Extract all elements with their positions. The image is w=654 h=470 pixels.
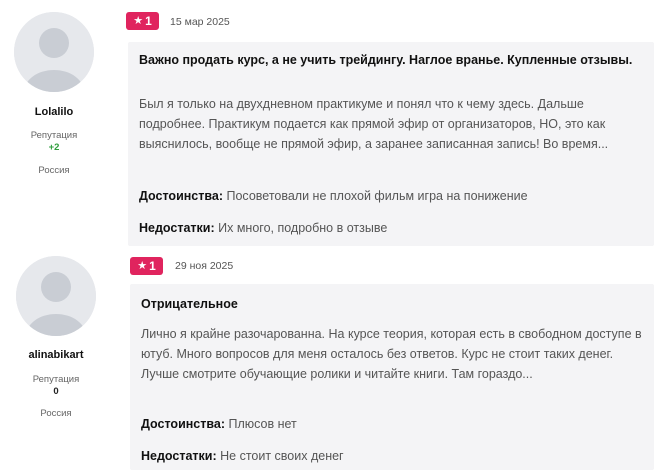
rating-value: 1 bbox=[149, 259, 156, 273]
review-pros: Достоинства: Плюсов нет bbox=[141, 416, 297, 433]
rating-value: 1 bbox=[145, 14, 152, 28]
rating-badge: ★ 1 bbox=[126, 12, 159, 30]
review-cons: Недостатки: Не стоит своих денег bbox=[141, 448, 344, 465]
cons-text: Их много, подробно в отзыве bbox=[218, 221, 388, 235]
star-icon: ★ bbox=[137, 259, 148, 272]
pros-label: Достоинства: bbox=[141, 417, 226, 431]
author-country: Россия bbox=[38, 165, 70, 176]
review-card[interactable]: Отрицательное Лично я крайне разочарован… bbox=[130, 284, 654, 470]
review-card[interactable]: Важно продать курс, а не учить трейдингу… bbox=[128, 42, 654, 246]
review-title[interactable]: Важно продать курс, а не учить трейдингу… bbox=[139, 52, 644, 69]
reputation-value: +2 bbox=[48, 142, 60, 153]
reputation-label: Репутация bbox=[32, 374, 80, 385]
star-icon: ★ bbox=[133, 14, 144, 27]
author-country: Россия bbox=[40, 408, 72, 419]
review-title[interactable]: Отрицательное bbox=[141, 296, 644, 313]
review-cons: Недостатки: Их много, подробно в отзыве bbox=[139, 220, 387, 237]
avatar-icon[interactable] bbox=[14, 12, 94, 92]
review-text: Лично я крайне разочарованна. На курсе т… bbox=[141, 327, 642, 381]
review-date: 15 мар 2025 bbox=[170, 16, 230, 28]
author-name[interactable]: alinabikart bbox=[2, 349, 110, 361]
review-date: 29 ноя 2025 bbox=[175, 260, 234, 272]
review-item: Lolalilo Репутация +2 Россия ★ 1 15 мар … bbox=[0, 0, 654, 250]
reputation-label: Репутация bbox=[30, 130, 78, 141]
reputation-value: 0 bbox=[53, 386, 59, 397]
pros-text: Посоветовали не плохой фильм игра на пон… bbox=[226, 189, 528, 203]
pros-text: Плюсов нет bbox=[228, 417, 297, 431]
author-name[interactable]: Lolalilo bbox=[0, 106, 108, 118]
review-pros: Достоинства: Посоветовали не плохой филь… bbox=[139, 188, 528, 205]
cons-text: Не стоит своих денег bbox=[220, 449, 344, 463]
review-item: alinabikart Репутация 0 Россия ★ 1 29 но… bbox=[0, 250, 654, 470]
avatar-icon[interactable] bbox=[16, 256, 96, 336]
cons-label: Недостатки: bbox=[141, 449, 217, 463]
rating-badge: ★ 1 bbox=[130, 257, 163, 275]
cons-label: Недостатки: bbox=[139, 221, 215, 235]
pros-label: Достоинства: bbox=[139, 189, 224, 203]
review-text: Был я только на двухдневном практикуме и… bbox=[139, 97, 609, 151]
